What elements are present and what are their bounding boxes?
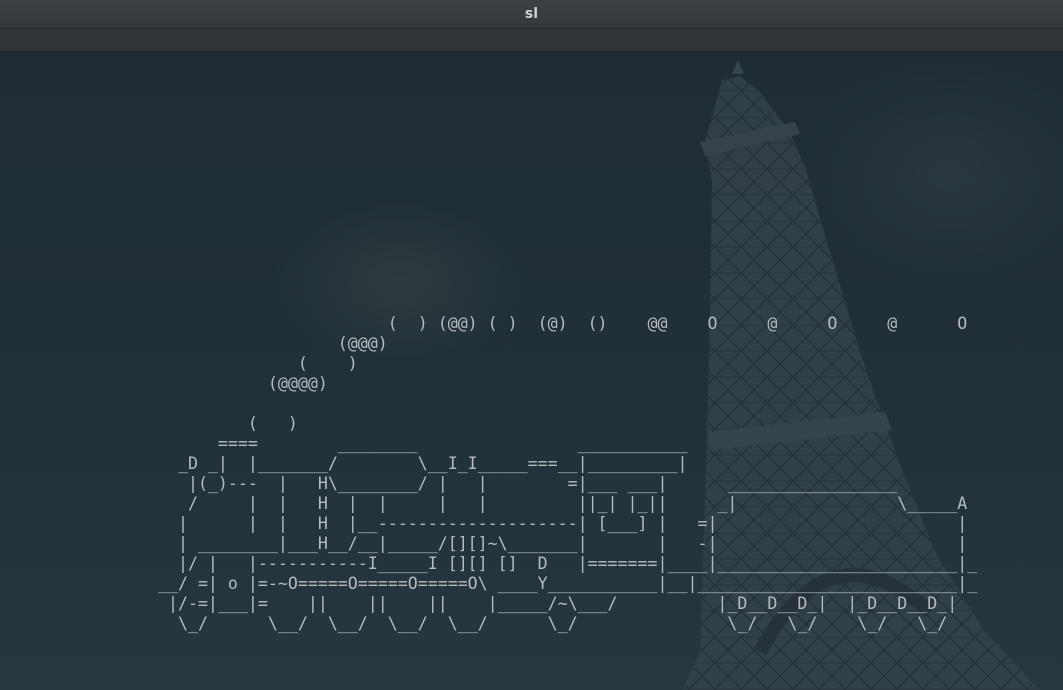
terminal-area[interactable]: ( ) (@@) ( ) (@) () @@ O @ O @ O (@@@) (… <box>0 52 1063 690</box>
terminal-window: sl ( ) (@@) ( ) (@) () @@ O @ O @ O (@@@… <box>0 0 1063 690</box>
window-title: sl <box>524 6 539 22</box>
title-bar[interactable]: sl <box>0 0 1063 29</box>
tab-strip <box>0 29 1063 52</box>
sl-train-output: ( ) (@@) ( ) (@) () @@ O @ O @ O (@@@) (… <box>157 314 978 633</box>
